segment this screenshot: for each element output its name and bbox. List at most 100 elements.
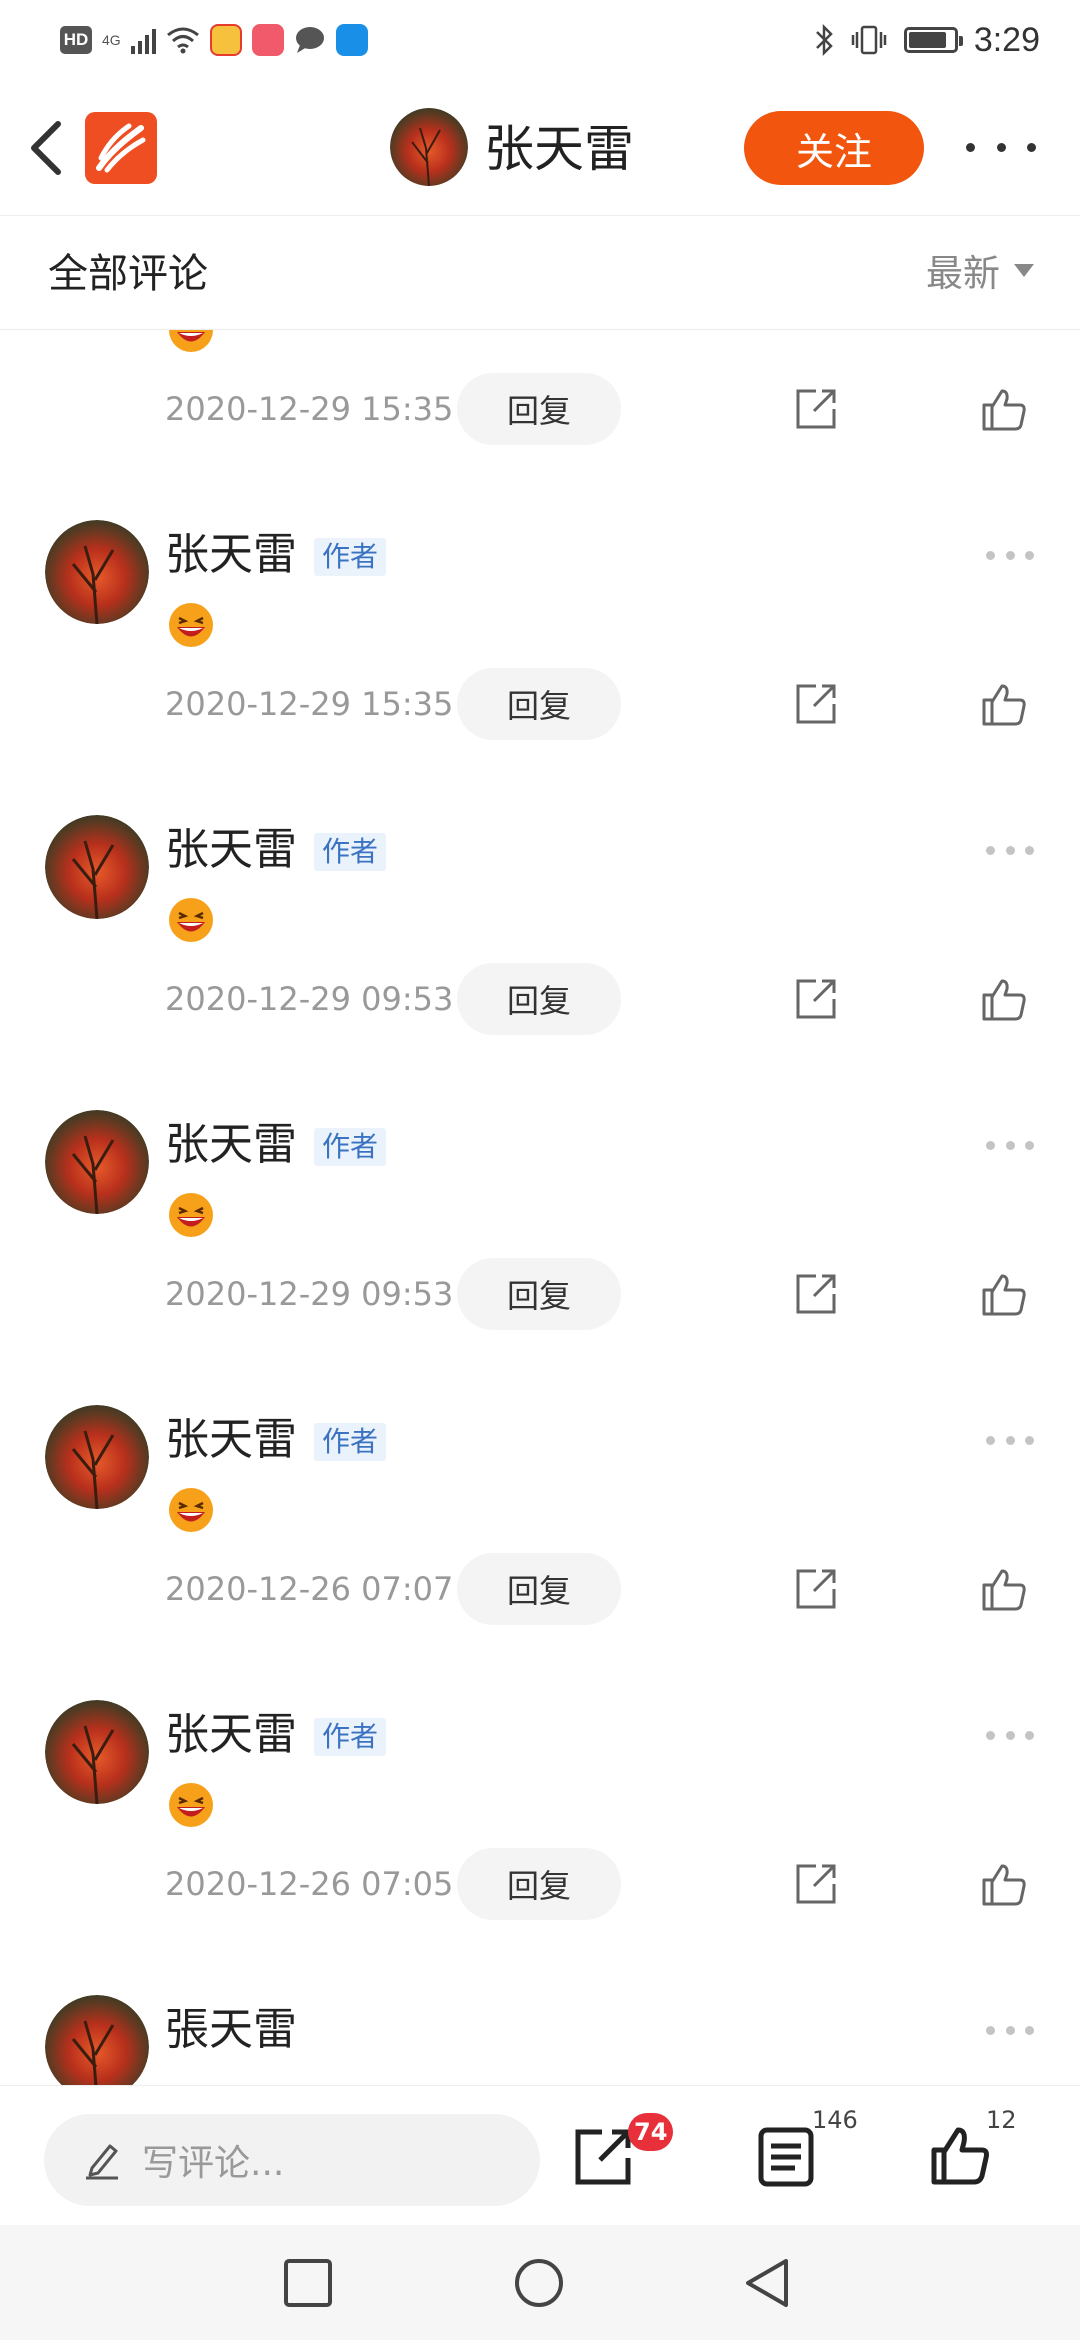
share-icon[interactable]: [794, 1862, 838, 1906]
comment-more-icon[interactable]: [986, 1138, 1034, 1152]
back-icon: [31, 121, 61, 175]
wifi-icon: [166, 27, 199, 54]
comment-time: 2020-12-29 15:35: [165, 685, 454, 723]
comment-more-icon[interactable]: [986, 843, 1034, 857]
sort-label: 最新: [926, 252, 1000, 295]
comments-title: 全部评论: [48, 251, 208, 297]
commenter-avatar[interactable]: [45, 1995, 149, 2085]
comment-item: 2020-12-29 15:35 回复: [0, 330, 1080, 520]
share-icon[interactable]: [794, 387, 838, 431]
comment-item: 張天雷: [0, 1995, 1080, 2085]
comment-more-icon[interactable]: [986, 1728, 1034, 1742]
more-icon[interactable]: [966, 132, 1036, 162]
follow-button[interactable]: 关注: [744, 111, 924, 185]
commenter-avatar[interactable]: [45, 815, 149, 919]
commenter-avatar[interactable]: [45, 1405, 149, 1509]
thumbs-up-icon[interactable]: [980, 1270, 1028, 1318]
triangle-nav-icon[interactable]: [742, 2257, 794, 2309]
reply-button[interactable]: 回复: [457, 373, 621, 445]
sort-dropdown[interactable]: 最新: [926, 244, 1034, 296]
commenter-name[interactable]: 張天雷: [165, 2001, 297, 2059]
comment-time: 2020-12-26 07:07: [165, 1570, 454, 1608]
alipay-icon: [335, 24, 368, 56]
comment-item: 张天雷 作者 2020-12-26 07:07 回复: [0, 1405, 1080, 1700]
comment-count: 146: [812, 2106, 858, 2134]
bluetooth-icon: [815, 23, 833, 57]
laugh-emoji-icon: [169, 330, 213, 352]
comment-placeholder: 写评论...: [142, 2143, 285, 2184]
back-button[interactable]: [24, 118, 68, 178]
laugh-emoji-icon: [169, 898, 213, 942]
comment-input[interactable]: 写评论...: [44, 2114, 540, 2206]
pencil-icon: [86, 2144, 118, 2180]
thumbs-up-icon[interactable]: [980, 1860, 1028, 1908]
author-avatar[interactable]: [390, 108, 468, 186]
thumbs-up-icon[interactable]: [980, 975, 1028, 1023]
comment-item: 张天雷 作者 2020-12-29 09:53 回复: [0, 1110, 1080, 1405]
commenter-avatar[interactable]: [45, 1110, 149, 1214]
commenter-name[interactable]: 张天雷: [165, 821, 297, 879]
author-badge: 作者: [314, 833, 387, 871]
share-icon[interactable]: [794, 1567, 838, 1611]
laugh-emoji-icon: [169, 1193, 213, 1237]
laugh-emoji-icon: [169, 1783, 213, 1827]
network-label: 4G: [102, 32, 121, 48]
circle-nav-icon[interactable]: [513, 2257, 565, 2309]
commenter-name[interactable]: 张天雷: [165, 1411, 297, 1469]
comment-item: 张天雷 作者 2020-12-26 07:05 回复: [0, 1700, 1080, 1995]
reply-button[interactable]: 回复: [457, 1848, 621, 1920]
comments-header: 全部评论 最新: [0, 216, 1080, 330]
reply-button[interactable]: 回复: [457, 668, 621, 740]
comment-list[interactable]: 2020-12-29 15:35 回复 张天雷 作者 2020-12-29 15…: [0, 330, 1080, 2085]
comment-time: 2020-12-26 07:05: [165, 1865, 454, 1903]
weibo-icon: [209, 24, 242, 56]
app-logo-icon: [96, 123, 146, 173]
commenter-avatar[interactable]: [45, 1700, 149, 1804]
top-nav: 张天雷 关注: [0, 80, 1080, 216]
system-nav-bar: [0, 2225, 1080, 2340]
thumbs-up-icon[interactable]: [928, 2124, 992, 2188]
vibrate-icon: [851, 25, 887, 55]
status-bar: HD 4G 3:29: [0, 0, 1080, 80]
author-badge: 作者: [314, 1718, 387, 1756]
comment-time: 2020-12-29 09:53: [165, 1275, 454, 1313]
comment-time: 2020-12-29 15:35: [165, 390, 454, 428]
reply-button[interactable]: 回复: [457, 963, 621, 1035]
bottom-toolbar: 写评论... 74 146 12: [0, 2085, 1080, 2225]
like-count: 12: [986, 2106, 1017, 2134]
thumbs-up-icon[interactable]: [980, 680, 1028, 728]
article-icon[interactable]: [755, 2124, 819, 2188]
comment-more-icon[interactable]: [986, 1433, 1034, 1447]
author-badge: 作者: [314, 1128, 387, 1166]
comment-more-icon[interactable]: [986, 548, 1034, 562]
signal-icon: [130, 26, 156, 54]
comment-item: 张天雷 作者 2020-12-29 15:35 回复: [0, 520, 1080, 815]
battery-icon: [903, 27, 963, 53]
share-icon[interactable]: [794, 977, 838, 1021]
status-indicators: HD 4G: [60, 22, 368, 58]
app-logo[interactable]: [85, 112, 157, 184]
commenter-name[interactable]: 张天雷: [165, 1116, 297, 1174]
share-icon[interactable]: [794, 682, 838, 726]
chat-icon: [295, 27, 324, 53]
commenter-name[interactable]: 张天雷: [165, 1706, 297, 1764]
thumbs-up-icon[interactable]: [980, 1565, 1028, 1613]
reply-button[interactable]: 回复: [457, 1553, 621, 1625]
status-right: 3:29: [814, 18, 1040, 62]
comment-item: 张天雷 作者 2020-12-29 09:53 回复: [0, 815, 1080, 1110]
commenter-name[interactable]: 张天雷: [165, 526, 297, 584]
reply-button[interactable]: 回复: [457, 1258, 621, 1330]
sort-caret-icon: [1014, 263, 1034, 277]
share-count-badge: 74: [628, 2113, 674, 2151]
comment-more-icon[interactable]: [986, 2023, 1034, 2037]
author-name[interactable]: 张天雷: [484, 114, 634, 184]
thumbs-up-icon[interactable]: [980, 385, 1028, 433]
share-icon[interactable]: [572, 2124, 636, 2188]
hd-badge: HD: [60, 26, 92, 54]
author-badge: 作者: [314, 1423, 387, 1461]
share-icon[interactable]: [794, 1272, 838, 1316]
commenter-avatar[interactable]: [45, 520, 149, 624]
laugh-emoji-icon: [169, 1488, 213, 1532]
square-nav-icon[interactable]: [282, 2257, 334, 2309]
clock: 3:29: [973, 20, 1040, 59]
